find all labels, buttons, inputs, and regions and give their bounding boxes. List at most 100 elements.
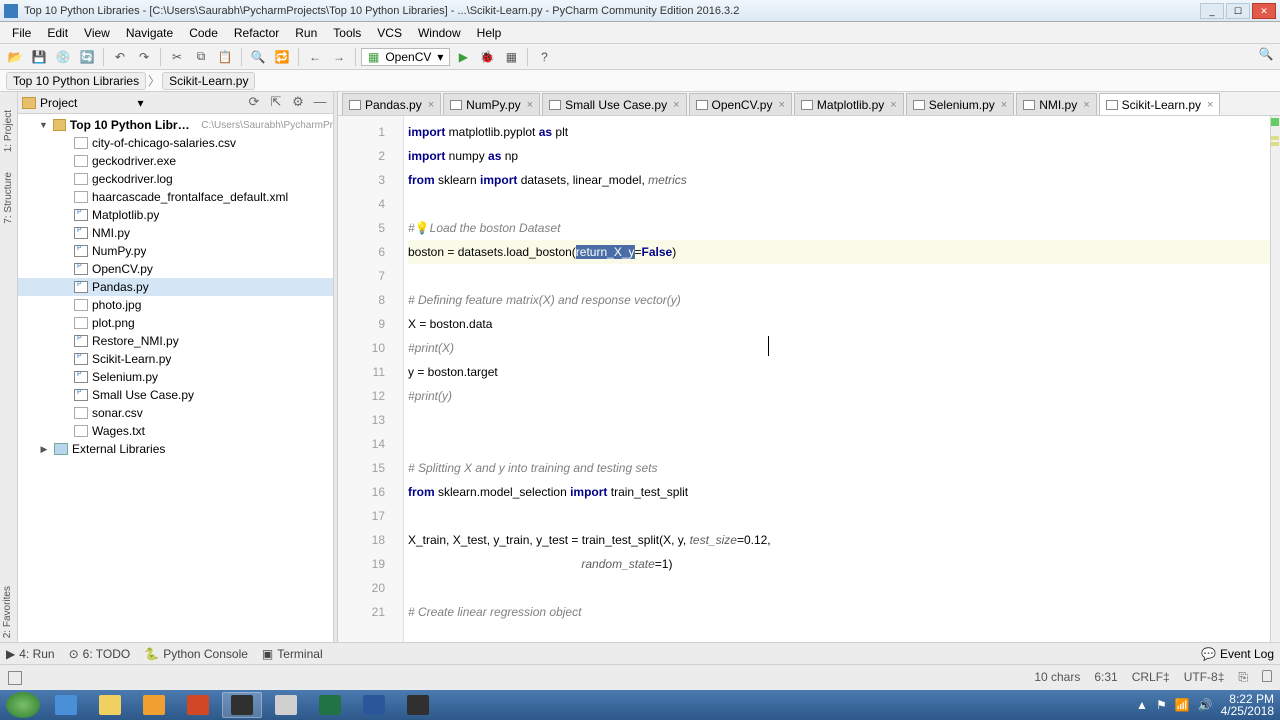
- menu-help[interactable]: Help: [471, 24, 508, 42]
- editor-tab[interactable]: OpenCV.py×: [689, 93, 792, 115]
- close-tab-icon[interactable]: ×: [527, 99, 533, 111]
- coverage-icon[interactable]: ▦: [500, 46, 522, 68]
- code-line[interactable]: [408, 432, 1270, 456]
- editor-tab[interactable]: Matplotlib.py×: [794, 93, 904, 115]
- refresh-icon[interactable]: 🔄: [76, 46, 98, 68]
- code-line[interactable]: y = boston.target: [408, 360, 1270, 384]
- menu-tools[interactable]: Tools: [327, 24, 367, 42]
- editor-tab[interactable]: Pandas.py×: [342, 93, 441, 115]
- editor-tab[interactable]: Small Use Case.py×: [542, 93, 686, 115]
- code-line[interactable]: [408, 408, 1270, 432]
- forward-icon[interactable]: →: [328, 46, 350, 68]
- crumb-root[interactable]: Top 10 Python Libraries: [6, 72, 146, 90]
- hide-icon[interactable]: —: [311, 94, 329, 112]
- start-button[interactable]: [6, 692, 40, 718]
- taskbar-app-ie[interactable]: [46, 692, 86, 718]
- replace-icon[interactable]: 🔁: [271, 46, 293, 68]
- taskbar-app-obs[interactable]: [398, 692, 438, 718]
- taskbar-app-explorer[interactable]: [90, 692, 130, 718]
- gear-icon[interactable]: ⚙: [289, 94, 307, 112]
- code-line[interactable]: boston = datasets.load_boston(return_X_y…: [408, 240, 1270, 264]
- code-line[interactable]: [408, 576, 1270, 600]
- run-config-dropdown[interactable]: ▦OpenCV▾: [361, 48, 450, 66]
- status-line-sep[interactable]: CRLF‡: [1132, 670, 1170, 685]
- project-tool-tab[interactable]: 1: Project: [2, 106, 15, 156]
- system-tray[interactable]: ▲ ⚑ 📶 🔊 8:22 PM4/25/2018: [1136, 693, 1274, 717]
- favorites-tool-tab[interactable]: 2: Favorites: [2, 586, 13, 638]
- sync-icon[interactable]: ⟳: [245, 94, 263, 112]
- dropdown-icon[interactable]: ▾: [137, 96, 143, 110]
- menu-code[interactable]: Code: [183, 24, 224, 42]
- redo-icon[interactable]: ↷: [133, 46, 155, 68]
- clock[interactable]: 8:22 PM4/25/2018: [1221, 693, 1274, 717]
- taskbar-app-calc[interactable]: [266, 692, 306, 718]
- code-line[interactable]: X_train, X_test, y_train, y_test = train…: [408, 528, 1270, 552]
- tree-file[interactable]: ▶Small Use Case.py: [18, 386, 333, 404]
- menu-file[interactable]: File: [6, 24, 37, 42]
- code-line[interactable]: X = boston.data: [408, 312, 1270, 336]
- menu-window[interactable]: Window: [412, 24, 467, 42]
- tree-ext-libs[interactable]: ▶ External Libraries: [18, 440, 333, 458]
- tool-windows-icon[interactable]: [8, 671, 22, 685]
- code-line[interactable]: #💡Load the boston Dataset: [408, 216, 1270, 240]
- menu-edit[interactable]: Edit: [41, 24, 74, 42]
- undo-icon[interactable]: ↶: [109, 46, 131, 68]
- save-icon[interactable]: 💾: [28, 46, 50, 68]
- warning-mark[interactable]: [1271, 136, 1279, 140]
- taskbar-app-wmp[interactable]: [134, 692, 174, 718]
- tree-file[interactable]: ▶plot.png: [18, 314, 333, 332]
- run-icon[interactable]: ▶: [452, 46, 474, 68]
- tree-file[interactable]: ▶Restore_NMI.py: [18, 332, 333, 350]
- status-encoding[interactable]: UTF-8‡: [1184, 670, 1225, 685]
- tree-file[interactable]: ▶city-of-chicago-salaries.csv: [18, 134, 333, 152]
- menu-navigate[interactable]: Navigate: [120, 24, 179, 42]
- tree-file[interactable]: ▶Wages.txt: [18, 422, 333, 440]
- status-position[interactable]: 6:31: [1094, 670, 1117, 685]
- tree-file[interactable]: ▶Matplotlib.py: [18, 206, 333, 224]
- code-line[interactable]: [408, 264, 1270, 288]
- tree-file[interactable]: ▶sonar.csv: [18, 404, 333, 422]
- bottom-tab[interactable]: ▶4: Run: [6, 647, 55, 661]
- code-line[interactable]: [408, 192, 1270, 216]
- menu-run[interactable]: Run: [289, 24, 323, 42]
- warning-mark[interactable]: [1271, 142, 1279, 146]
- code-line[interactable]: #print(X): [408, 336, 1270, 360]
- paste-icon[interactable]: 📋: [214, 46, 236, 68]
- code-line[interactable]: random_state=1): [408, 552, 1270, 576]
- bottom-tab[interactable]: ⊙6: TODO: [69, 647, 131, 661]
- code-line[interactable]: # Splitting X and y into training and te…: [408, 456, 1270, 480]
- tree-file[interactable]: ▶Pandas.py: [18, 278, 333, 296]
- maximize-button[interactable]: ☐: [1226, 3, 1250, 19]
- lock-icon[interactable]: [1262, 670, 1272, 682]
- code-line[interactable]: import numpy as np: [408, 144, 1270, 168]
- error-stripe[interactable]: [1270, 116, 1280, 642]
- crumb-file[interactable]: Scikit-Learn.py: [162, 72, 255, 90]
- tree-file[interactable]: ▶geckodriver.exe: [18, 152, 333, 170]
- code-line[interactable]: from sklearn import datasets, linear_mod…: [408, 168, 1270, 192]
- minimize-button[interactable]: _: [1200, 3, 1224, 19]
- code-line[interactable]: # Create linear regression object: [408, 600, 1270, 624]
- tree-file[interactable]: ▶Scikit-Learn.py: [18, 350, 333, 368]
- cut-icon[interactable]: ✂: [166, 46, 188, 68]
- volume-icon[interactable]: 🔊: [1198, 698, 1213, 712]
- tree-file[interactable]: ▶NMI.py: [18, 224, 333, 242]
- back-icon[interactable]: ←: [304, 46, 326, 68]
- collapse-icon[interactable]: ⇱: [267, 94, 285, 112]
- taskbar-app-excel[interactable]: [310, 692, 350, 718]
- menu-vcs[interactable]: VCS: [371, 24, 408, 42]
- close-tab-icon[interactable]: ×: [428, 99, 434, 111]
- search-everywhere-icon[interactable]: 🔍: [1256, 47, 1276, 67]
- debug-icon[interactable]: 🐞: [476, 46, 498, 68]
- close-tab-icon[interactable]: ×: [673, 99, 679, 111]
- code-body[interactable]: import matplotlib.pyplot as pltimport nu…: [404, 116, 1270, 642]
- bottom-tab[interactable]: ▣Terminal: [262, 647, 323, 661]
- close-tab-icon[interactable]: ×: [778, 99, 784, 111]
- open-icon[interactable]: 📂: [4, 46, 26, 68]
- help-icon[interactable]: ?: [533, 46, 555, 68]
- close-tab-icon[interactable]: ×: [1083, 99, 1089, 111]
- structure-tool-tab[interactable]: 7: Structure: [2, 168, 15, 228]
- network-icon[interactable]: 📶: [1175, 698, 1190, 712]
- editor-tab[interactable]: NMI.py×: [1016, 93, 1096, 115]
- menu-refactor[interactable]: Refactor: [228, 24, 285, 42]
- status-context[interactable]: ⎘: [1238, 670, 1248, 685]
